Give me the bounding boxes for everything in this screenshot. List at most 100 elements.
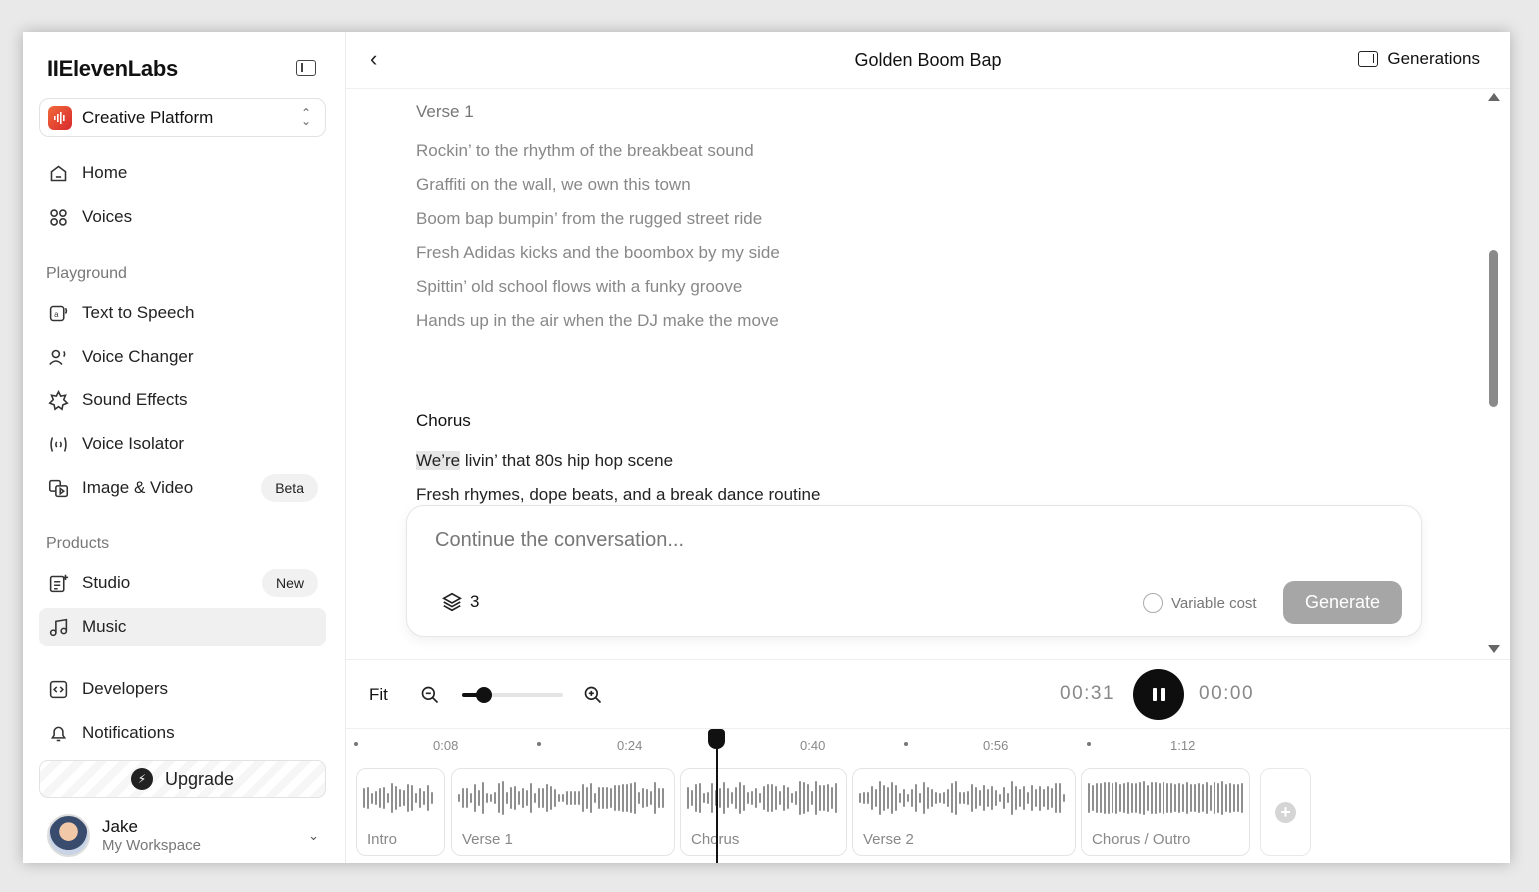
waveform-bar bbox=[739, 781, 741, 815]
timeline[interactable]: 0:08 0:24 0:40 0:56 1:12 Intro Verse 1 C… bbox=[346, 729, 1510, 863]
segment-verse-2[interactable]: Verse 2 bbox=[852, 768, 1076, 856]
lyrics-editor[interactable]: Verse 1 Rockin’ to the rhythm of the bre… bbox=[416, 102, 1316, 507]
scroll-down-arrow[interactable] bbox=[1488, 645, 1500, 653]
waveform-bar bbox=[367, 786, 369, 810]
verse-title: Verse 1 bbox=[416, 102, 474, 121]
waveform-bar bbox=[642, 788, 644, 808]
generations-label: Generations bbox=[1387, 49, 1480, 68]
segment-intro[interactable]: Intro bbox=[356, 768, 445, 856]
segment-chorus-outro[interactable]: Chorus / Outro bbox=[1081, 768, 1250, 856]
waveform-bar bbox=[1047, 785, 1049, 811]
section-products: Products bbox=[46, 535, 110, 552]
waveform-bar bbox=[506, 792, 508, 804]
zoom-in-icon[interactable] bbox=[583, 685, 603, 705]
sidebar-item-studio[interactable]: Studio New bbox=[39, 564, 326, 602]
panel-icon bbox=[1358, 51, 1379, 67]
sidebar-toggle-icon[interactable] bbox=[296, 60, 316, 76]
waveform-bar bbox=[731, 791, 733, 805]
lyric-line: Fresh rhymes, dope beats, and a break da… bbox=[416, 485, 821, 504]
waveform-bar bbox=[975, 786, 977, 810]
fit-button[interactable]: Fit bbox=[369, 685, 388, 705]
zoom-slider-handle[interactable] bbox=[476, 687, 493, 703]
waveform-bar bbox=[1015, 785, 1017, 811]
waveform bbox=[859, 781, 1069, 815]
waveform-bar bbox=[1162, 782, 1165, 814]
sidebar-item-image-video[interactable]: Image & Video Beta bbox=[39, 469, 326, 507]
sound-effects-icon bbox=[47, 389, 69, 411]
segment-label: Verse 2 bbox=[863, 831, 914, 848]
waveform-bar bbox=[590, 782, 592, 814]
waveform-bar bbox=[835, 783, 837, 813]
waveform-bar bbox=[771, 783, 773, 813]
sidebar-item-text-to-speech[interactable]: a Text to Speech bbox=[39, 294, 326, 332]
upgrade-button[interactable]: ⚡ Upgrade bbox=[39, 760, 326, 798]
plus-icon: + bbox=[1275, 801, 1296, 823]
waveform-bar bbox=[1095, 783, 1098, 813]
waveform-bar bbox=[1237, 783, 1239, 813]
zoom-slider[interactable] bbox=[462, 687, 563, 703]
tick-dot bbox=[537, 742, 541, 746]
waveform-bar bbox=[767, 783, 769, 813]
generation-count[interactable]: 3 bbox=[441, 591, 479, 613]
waveform-bar bbox=[1158, 782, 1161, 814]
waveform-bar bbox=[423, 790, 425, 806]
radio-icon[interactable] bbox=[1143, 593, 1163, 613]
playhead-handle[interactable] bbox=[708, 729, 725, 749]
lyric-line: Fresh Adidas kicks and the boombox by my… bbox=[416, 243, 780, 262]
layers-icon bbox=[442, 592, 462, 612]
waveform-bar bbox=[883, 784, 885, 812]
sidebar-item-voice-changer[interactable]: Voice Changer bbox=[39, 338, 326, 376]
add-segment-button[interactable]: + bbox=[1260, 768, 1311, 856]
conversation-input[interactable] bbox=[435, 529, 1335, 552]
waveform-bar bbox=[711, 783, 713, 813]
waveform-bar bbox=[1107, 781, 1110, 815]
waveform-bar bbox=[1103, 782, 1106, 814]
waveform-bar bbox=[1146, 784, 1149, 812]
waveform-bar bbox=[554, 788, 556, 808]
waveform-bar bbox=[427, 785, 429, 811]
waveform-bar bbox=[638, 792, 640, 804]
waveform-bar bbox=[510, 787, 512, 809]
playhead[interactable] bbox=[716, 749, 718, 863]
waveform-bar bbox=[1031, 785, 1033, 811]
voice-changer-icon bbox=[47, 346, 69, 368]
tick-dot bbox=[354, 742, 358, 746]
sidebar-item-voice-isolator[interactable]: Voice Isolator bbox=[39, 425, 326, 463]
sidebar-item-notifications[interactable]: Notifications bbox=[39, 714, 326, 752]
waveform-bar bbox=[399, 788, 401, 808]
platform-switcher[interactable]: Creative Platform ⌃ ⌄ bbox=[39, 98, 326, 137]
generate-button[interactable]: Generate bbox=[1283, 581, 1402, 624]
studio-icon bbox=[47, 572, 69, 594]
scroll-up-arrow[interactable] bbox=[1488, 93, 1500, 101]
waveform-bar bbox=[859, 793, 861, 803]
waveform-bar bbox=[606, 786, 608, 810]
variable-cost-label: Variable cost bbox=[1171, 594, 1257, 612]
tick-dot bbox=[904, 742, 908, 746]
waveform-bar bbox=[622, 783, 624, 813]
segment-verse-1[interactable]: Verse 1 bbox=[451, 768, 675, 856]
segment-chorus[interactable]: Chorus bbox=[680, 768, 847, 856]
sidebar-item-home[interactable]: Home bbox=[39, 154, 326, 192]
sidebar-item-voices[interactable]: Voices bbox=[39, 198, 326, 236]
waveform-bar bbox=[466, 788, 468, 808]
generations-button[interactable]: Generations bbox=[1358, 49, 1480, 69]
waveform-bar bbox=[470, 793, 472, 803]
waveform-bar bbox=[431, 791, 433, 805]
waveform-bar bbox=[558, 793, 560, 803]
lyric-line: Graffiti on the wall, we own this town bbox=[416, 175, 691, 194]
waveform-bar bbox=[1115, 782, 1118, 814]
waveform-bar bbox=[807, 784, 809, 812]
sidebar-item-label: Notifications bbox=[82, 723, 175, 742]
pause-button[interactable] bbox=[1133, 669, 1184, 720]
waveform-bar bbox=[727, 788, 729, 808]
sidebar-item-music[interactable]: Music bbox=[39, 608, 326, 646]
waveform-bar bbox=[1123, 783, 1126, 813]
sidebar-item-developers[interactable]: Developers bbox=[39, 670, 326, 708]
waveform-bar bbox=[634, 781, 636, 815]
sidebar-item-sound-effects[interactable]: Sound Effects bbox=[39, 381, 326, 419]
zoom-out-icon[interactable] bbox=[420, 685, 440, 705]
user-menu[interactable]: Jake My Workspace ⌄ bbox=[47, 812, 327, 858]
scrollbar-thumb[interactable] bbox=[1489, 250, 1498, 407]
variable-cost-toggle[interactable]: Variable cost bbox=[1143, 593, 1257, 613]
waveform-bar bbox=[458, 793, 460, 803]
